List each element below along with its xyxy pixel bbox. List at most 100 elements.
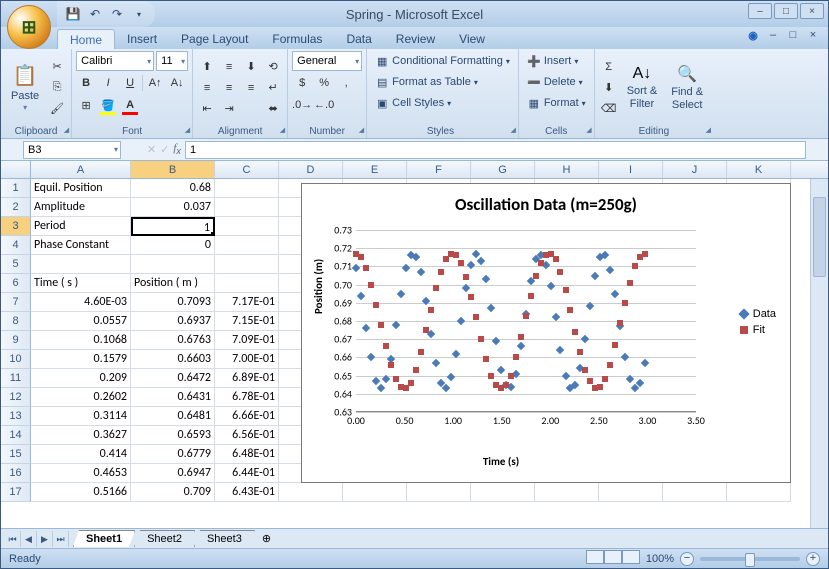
format-painter-button[interactable]: 🖌 (47, 99, 67, 119)
percent-button[interactable]: % (314, 73, 334, 93)
cell[interactable]: Amplitude (31, 198, 131, 217)
cell[interactable]: 0.209 (31, 369, 131, 388)
column-header[interactable]: G (471, 161, 535, 178)
sheet-tab[interactable]: Sheet2 (134, 530, 195, 547)
tab-view[interactable]: View (447, 29, 497, 49)
cell[interactable]: 0.6472 (131, 369, 215, 388)
restore-workbook-icon[interactable]: □ (786, 29, 800, 42)
font-size-combo[interactable]: 11 (156, 51, 188, 71)
office-button[interactable]: ⊞ (7, 5, 51, 49)
zoom-slider[interactable] (700, 557, 800, 561)
row-header[interactable]: 6 (1, 274, 31, 293)
find-select-button[interactable]: 🔍 Find & Select (665, 51, 709, 124)
cell[interactable]: 0.6603 (131, 350, 215, 369)
minimize-button[interactable]: – (748, 3, 772, 19)
sheet-tab[interactable]: Sheet1 (73, 530, 135, 547)
redo-icon[interactable]: ↷ (109, 6, 125, 22)
formula-input[interactable]: 1 (185, 141, 806, 159)
cell[interactable] (215, 217, 279, 236)
cell[interactable]: 7.15E-01 (215, 312, 279, 331)
tab-home[interactable]: Home (57, 29, 115, 49)
row-header[interactable]: 4 (1, 236, 31, 255)
font-name-combo[interactable]: Calibri (76, 51, 154, 71)
minimize-ribbon-icon[interactable]: – (766, 29, 780, 42)
cell[interactable]: 0.68 (131, 179, 215, 198)
decrease-decimal-button[interactable]: ←.0 (314, 95, 334, 115)
font-color-button[interactable]: A (120, 95, 140, 115)
cell[interactable]: 6.89E-01 (215, 369, 279, 388)
new-sheet-button[interactable]: ⊕ (254, 530, 279, 547)
cell[interactable] (727, 483, 791, 502)
cell[interactable] (599, 483, 663, 502)
cell[interactable]: 0.0557 (31, 312, 131, 331)
cell[interactable] (535, 483, 599, 502)
column-header[interactable]: E (343, 161, 407, 178)
close-button[interactable]: × (800, 3, 824, 19)
prev-sheet-button[interactable]: ◀ (21, 531, 37, 547)
row-header[interactable]: 3 (1, 217, 31, 236)
name-box[interactable]: B3 (23, 141, 121, 159)
cell[interactable] (663, 483, 727, 502)
cell[interactable]: 0.1579 (31, 350, 131, 369)
align-bottom-button[interactable]: ⬇ (241, 57, 261, 77)
cell[interactable] (131, 255, 215, 274)
grow-font-button[interactable]: A↑ (145, 73, 165, 93)
cell[interactable]: Phase Constant (31, 236, 131, 255)
column-header[interactable]: K (727, 161, 791, 178)
orientation-button[interactable]: ⟲ (263, 57, 283, 77)
row-header[interactable]: 14 (1, 426, 31, 445)
save-icon[interactable]: 💾 (65, 6, 81, 22)
tab-formulas[interactable]: Formulas (260, 29, 334, 49)
tab-page-layout[interactable]: Page Layout (169, 29, 260, 49)
column-header[interactable]: F (407, 161, 471, 178)
cell[interactable]: 0.6763 (131, 331, 215, 350)
select-all-corner[interactable] (1, 161, 31, 178)
last-sheet-button[interactable]: ⏭ (53, 531, 69, 547)
cell[interactable]: 6.78E-01 (215, 388, 279, 407)
cell[interactable] (343, 483, 407, 502)
column-header[interactable]: D (279, 161, 343, 178)
row-header[interactable]: 15 (1, 445, 31, 464)
row-header[interactable]: 13 (1, 407, 31, 426)
cell[interactable] (215, 198, 279, 217)
cell[interactable]: 0.037 (131, 198, 215, 217)
cell[interactable]: 0.2602 (31, 388, 131, 407)
sheet-tab[interactable]: Sheet3 (194, 530, 255, 547)
cell[interactable]: Period (31, 217, 131, 236)
row-header[interactable]: 10 (1, 350, 31, 369)
row-header[interactable]: 7 (1, 293, 31, 312)
paste-button[interactable]: 📋 Paste ▾ (5, 51, 45, 124)
zoom-in-button[interactable]: + (806, 552, 820, 566)
underline-button[interactable]: U (120, 73, 140, 93)
sort-filter-button[interactable]: A↓ Sort & Filter (621, 51, 664, 124)
cell[interactable]: Time ( s ) (31, 274, 131, 293)
row-header[interactable]: 11 (1, 369, 31, 388)
cell[interactable]: 6.43E-01 (215, 483, 279, 502)
merge-button[interactable]: ⬌ (263, 99, 283, 119)
align-top-button[interactable]: ⬆ (197, 57, 217, 77)
cell[interactable] (31, 255, 131, 274)
cut-button[interactable]: ✂ (47, 57, 67, 77)
fx-icon[interactable]: fx (173, 142, 181, 156)
cell[interactable] (471, 483, 535, 502)
wrap-text-button[interactable]: ↵ (263, 78, 283, 98)
close-workbook-icon[interactable]: × (806, 29, 820, 42)
row-header[interactable]: 2 (1, 198, 31, 217)
cell[interactable]: 0.6937 (131, 312, 215, 331)
row-header[interactable]: 8 (1, 312, 31, 331)
cell-styles-button[interactable]: ▣Cell Styles▾ (371, 93, 514, 113)
cell[interactable]: 0.7093 (131, 293, 215, 312)
row-header[interactable]: 5 (1, 255, 31, 274)
cell[interactable]: 6.66E-01 (215, 407, 279, 426)
row-header[interactable]: 9 (1, 331, 31, 350)
shrink-font-button[interactable]: A↓ (167, 73, 187, 93)
delete-cells-button[interactable]: ➖Delete▾ (523, 72, 590, 92)
first-sheet-button[interactable]: ⏮ (5, 531, 21, 547)
maximize-button[interactable]: □ (774, 3, 798, 19)
cell[interactable] (215, 236, 279, 255)
cancel-formula-icon[interactable]: ✕ (147, 143, 156, 156)
cell[interactable]: 6.56E-01 (215, 426, 279, 445)
cell[interactable]: 1 (131, 217, 215, 236)
cell[interactable]: 0.6779 (131, 445, 215, 464)
row-header[interactable]: 17 (1, 483, 31, 502)
